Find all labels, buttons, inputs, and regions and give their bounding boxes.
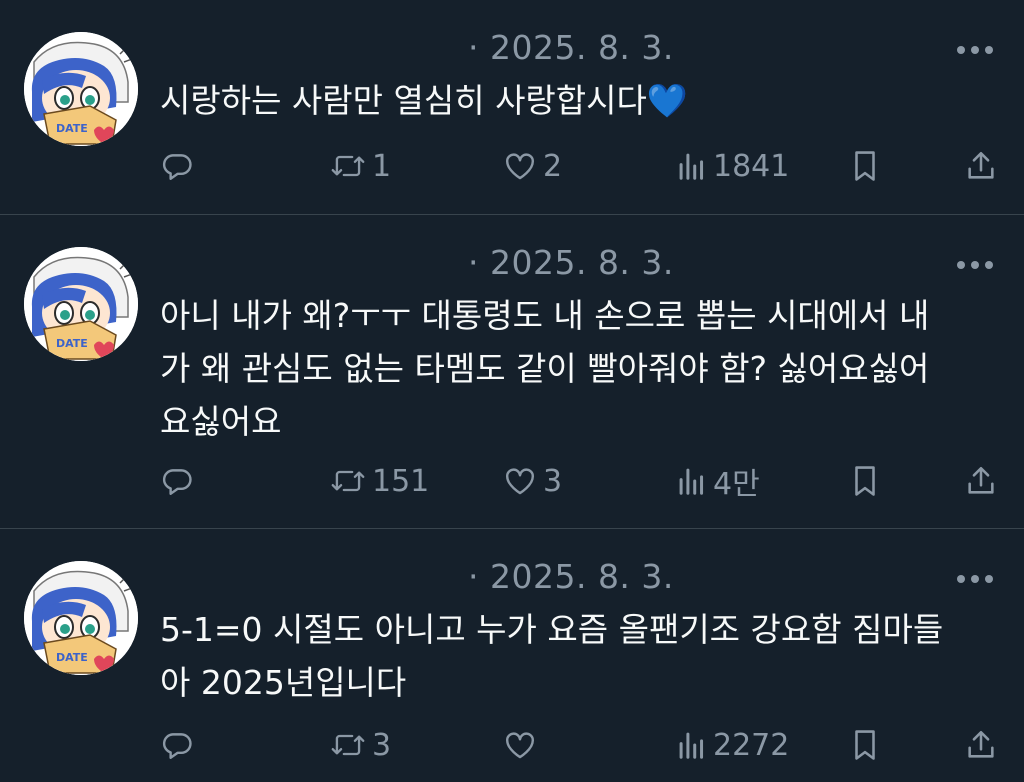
share-icon: [965, 149, 997, 183]
heart-icon: [503, 149, 537, 183]
reply-button[interactable]: [160, 146, 194, 186]
tweet-actions: 151 3 4만: [160, 461, 1000, 502]
retweet-count: 151: [372, 463, 430, 499]
reply-icon: [160, 149, 194, 183]
avatar-image: DATE: [24, 561, 138, 675]
reply-icon: [160, 464, 194, 498]
retweet-button[interactable]: 3: [330, 725, 391, 765]
tweet[interactable]: DATE · 2025. 8. 3. 아니 내가 왜?ㅜㅜ 대통령도 내 손으로…: [0, 215, 1024, 529]
bookmark-icon: [850, 464, 880, 498]
views-button[interactable]: 4만: [677, 461, 760, 502]
views-icon: [677, 464, 707, 498]
retweet-icon: [330, 464, 366, 498]
retweet-count: 1: [372, 148, 392, 184]
tweet[interactable]: DATE · 2025. 8. 3. 5-1=0 시절도 아니고 누가 요즘 올…: [0, 529, 1024, 782]
tweet-text: 5-1=0 시절도 아니고 누가 요즘 올팬기조 강요함 짐마들 아 2025년…: [160, 610, 944, 702]
share-icon: [965, 728, 997, 762]
bookmark-icon: [850, 149, 880, 183]
avatar-image: DATE: [24, 32, 138, 146]
heart-icon: [503, 728, 537, 762]
share-icon: [965, 464, 997, 498]
views-count: 1841: [713, 148, 790, 184]
tweet-text: 아니 내가 왜?ㅜㅜ 대통령도 내 손으로 뽑는 시대에서 내 가 왜 관심도 …: [160, 296, 930, 441]
avatar-image: DATE: [24, 247, 138, 361]
more-icon[interactable]: [956, 44, 994, 56]
views-button[interactable]: 2272: [677, 725, 789, 765]
svg-text:DATE: DATE: [56, 651, 88, 664]
tweet-date[interactable]: · 2025. 8. 3.: [468, 243, 674, 282]
retweet-button[interactable]: 151: [330, 461, 429, 501]
views-icon: [677, 728, 707, 762]
like-count: 3: [543, 463, 563, 499]
views-button[interactable]: 1841: [677, 146, 789, 186]
tweet-actions: 3 2272: [160, 725, 1000, 765]
more-icon[interactable]: [956, 573, 994, 585]
share-button[interactable]: [965, 725, 997, 765]
avatar[interactable]: DATE: [24, 32, 138, 146]
views-icon: [677, 149, 707, 183]
tweet-date[interactable]: · 2025. 8. 3.: [468, 28, 674, 67]
retweet-icon: [330, 728, 366, 762]
views-count: 2272: [713, 727, 790, 763]
retweet-count: 3: [372, 727, 392, 763]
reply-button[interactable]: [160, 725, 194, 765]
retweet-button[interactable]: 1: [330, 146, 391, 186]
heart-icon: [503, 464, 537, 498]
like-button[interactable]: [503, 725, 543, 765]
tweet-date[interactable]: · 2025. 8. 3.: [468, 557, 674, 596]
tweet[interactable]: DATE · 2025. 8. 3. 시랑하는 사람만 열심히 사랑합시다💙 1: [0, 0, 1024, 215]
tweet-feed: DATE · 2025. 8. 3. 시랑하는 사람만 열심히 사랑합시다💙 1: [0, 0, 1024, 782]
retweet-icon: [330, 149, 366, 183]
views-count: 4만: [713, 467, 760, 502]
svg-text:DATE: DATE: [56, 122, 88, 135]
avatar[interactable]: DATE: [24, 247, 138, 361]
like-button[interactable]: 3: [503, 461, 562, 501]
bookmark-button[interactable]: [850, 461, 880, 501]
tweet-text: 시랑하는 사람만 열심히 사랑합시다💙: [160, 81, 688, 120]
tweet-actions: 1 2 1841: [160, 146, 1000, 186]
avatar[interactable]: DATE: [24, 561, 138, 675]
share-button[interactable]: [965, 146, 997, 186]
bookmark-button[interactable]: [850, 146, 880, 186]
svg-text:DATE: DATE: [56, 337, 88, 350]
reply-button[interactable]: [160, 461, 194, 501]
like-count: 2: [543, 148, 563, 184]
bookmark-icon: [850, 728, 880, 762]
like-button[interactable]: 2: [503, 146, 562, 186]
more-icon[interactable]: [956, 259, 994, 271]
reply-icon: [160, 728, 194, 762]
share-button[interactable]: [965, 461, 997, 501]
bookmark-button[interactable]: [850, 725, 880, 765]
